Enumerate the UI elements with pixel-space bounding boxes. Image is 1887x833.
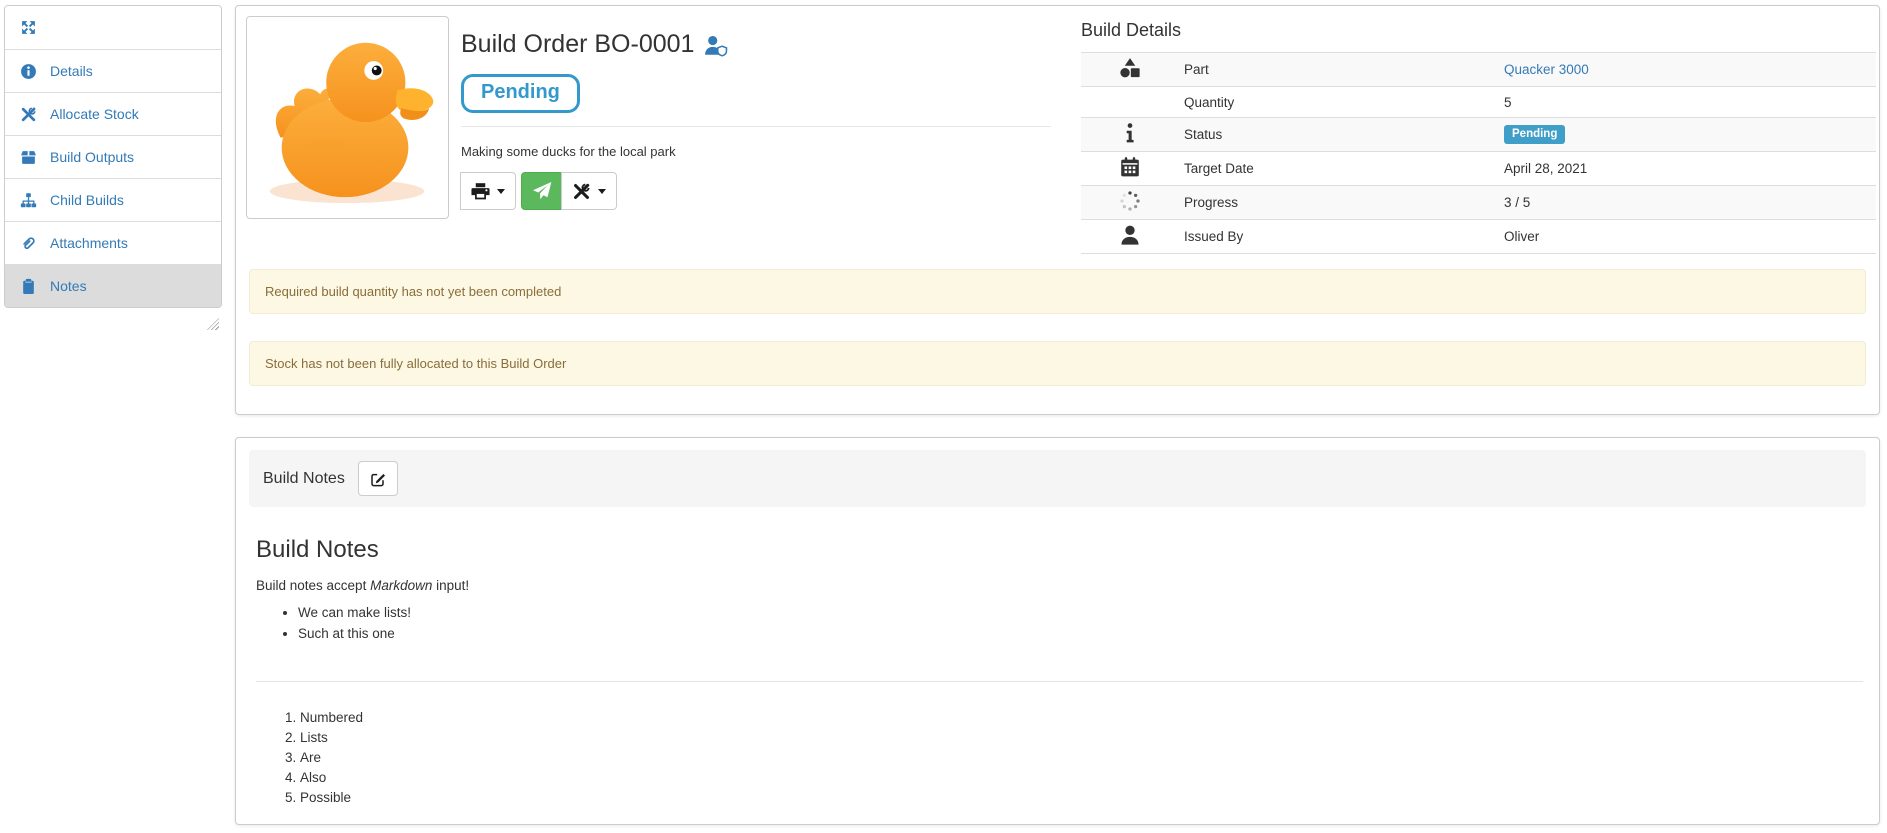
user-shield-icon xyxy=(704,35,728,57)
info-icon xyxy=(1092,132,1168,147)
sidebar-item-label: Attachments xyxy=(50,235,128,251)
build-details-section: Build Details Part Quacker 300 xyxy=(1081,20,1876,254)
notes-title: Build Notes xyxy=(256,536,1863,564)
detail-value: 3 / 5 xyxy=(1496,186,1876,220)
build-notes-header: Build Notes xyxy=(249,450,1866,507)
detail-label: Quantity xyxy=(1176,87,1496,118)
notes-divider xyxy=(256,681,1863,682)
sidebar-item-build-outputs[interactable]: Build Outputs xyxy=(5,135,221,178)
table-row: Quantity 5 xyxy=(1081,87,1876,118)
build-notes-header-label: Build Notes xyxy=(263,470,345,488)
status-badge: Pending xyxy=(1504,125,1565,144)
rubber-duck-image xyxy=(251,21,444,214)
pencil-square-icon xyxy=(370,471,386,487)
notes-intro: Build notes accept Markdown input! xyxy=(256,578,1863,593)
list-item: Are xyxy=(300,748,1863,768)
page-title: Build Order BO-0001 xyxy=(461,30,1061,59)
build-details-table: Part Quacker 3000 Quantity 5 xyxy=(1081,52,1876,254)
part-thumbnail xyxy=(246,16,449,219)
notes-bullet-list: We can make lists! Such at this one xyxy=(256,605,1863,641)
detail-label: Part xyxy=(1176,53,1496,87)
build-description: Making some ducks for the local park xyxy=(461,144,1061,159)
user-icon xyxy=(1092,234,1168,249)
table-row: Progress 3 / 5 xyxy=(1081,186,1876,220)
sidebar-item-label: Child Builds xyxy=(50,192,124,208)
detail-label: Progress xyxy=(1176,186,1496,220)
list-item: Numbered xyxy=(300,708,1863,728)
warning-alert-quantity: Required build quantity has not yet been… xyxy=(249,269,1866,314)
sidebar-item-attachments[interactable]: Attachments xyxy=(5,221,221,264)
calendar-icon xyxy=(1092,166,1168,181)
spinner-icon xyxy=(1092,200,1168,215)
printer-icon xyxy=(471,182,490,201)
list-item: Such at this one xyxy=(298,626,1863,641)
sidebar-item-label: Notes xyxy=(50,278,87,294)
table-row: Status Pending xyxy=(1081,118,1876,152)
clipboard-icon xyxy=(20,278,37,295)
warning-alert-allocation: Stock has not been fully allocated to th… xyxy=(249,341,1866,386)
expand-arrows-icon xyxy=(20,19,37,36)
sidebar: Details Allocate Stock Build Outputs xyxy=(4,5,222,308)
notes-numbered-list: Numbered Lists Are Also Possible xyxy=(256,708,1863,808)
edit-notes-button[interactable] xyxy=(358,461,398,496)
divider xyxy=(461,126,1051,127)
list-item: Also xyxy=(300,768,1863,788)
detail-value: April 28, 2021 xyxy=(1496,152,1876,186)
box-icon xyxy=(20,149,37,166)
build-details-heading: Build Details xyxy=(1081,20,1876,41)
tools-icon xyxy=(572,182,591,201)
sidebar-item-child-builds[interactable]: Child Builds xyxy=(5,178,221,221)
detail-value: Oliver xyxy=(1496,220,1876,254)
sidebar-item-details[interactable]: Details xyxy=(5,49,221,92)
sidebar-item-expand[interactable] xyxy=(5,6,221,49)
detail-label: Issued By xyxy=(1176,220,1496,254)
shapes-icon xyxy=(1092,67,1168,82)
build-order-panel: Build Order BO-0001 Pending Making some … xyxy=(235,5,1880,415)
detail-label: Status xyxy=(1176,118,1496,152)
paperclip-icon xyxy=(20,235,37,252)
caret-down-icon xyxy=(598,189,606,194)
list-item: Lists xyxy=(300,728,1863,748)
notes-content: Build Notes Build notes accept Markdown … xyxy=(256,536,1863,808)
sidebar-resize-handle[interactable] xyxy=(207,318,219,330)
list-item: Possible xyxy=(300,788,1863,808)
build-notes-panel: Build Notes Build Notes Build notes acce… xyxy=(235,437,1880,825)
print-button[interactable] xyxy=(460,172,516,210)
part-link[interactable]: Quacker 3000 xyxy=(1504,62,1589,77)
detail-label: Target Date xyxy=(1176,152,1496,186)
sitemap-icon xyxy=(20,192,37,209)
tools-icon xyxy=(20,106,37,123)
table-row: Issued By Oliver xyxy=(1081,220,1876,254)
table-row: Part Quacker 3000 xyxy=(1081,53,1876,87)
info-circle-icon xyxy=(20,63,37,80)
submit-build-button[interactable] xyxy=(521,172,562,210)
detail-value: 5 xyxy=(1496,87,1876,118)
sidebar-item-allocate-stock[interactable]: Allocate Stock xyxy=(5,92,221,135)
table-row: Target Date April 28, 2021 xyxy=(1081,152,1876,186)
sidebar-item-notes[interactable]: Notes xyxy=(5,264,221,307)
list-item: We can make lists! xyxy=(298,605,1863,620)
sidebar-item-label: Details xyxy=(50,63,93,79)
sidebar-item-label: Build Outputs xyxy=(50,149,134,165)
status-pill: Pending xyxy=(461,74,580,113)
paper-plane-icon xyxy=(532,181,552,201)
caret-down-icon xyxy=(497,189,505,194)
sidebar-item-label: Allocate Stock xyxy=(50,106,139,122)
build-actions-button[interactable] xyxy=(561,172,617,210)
